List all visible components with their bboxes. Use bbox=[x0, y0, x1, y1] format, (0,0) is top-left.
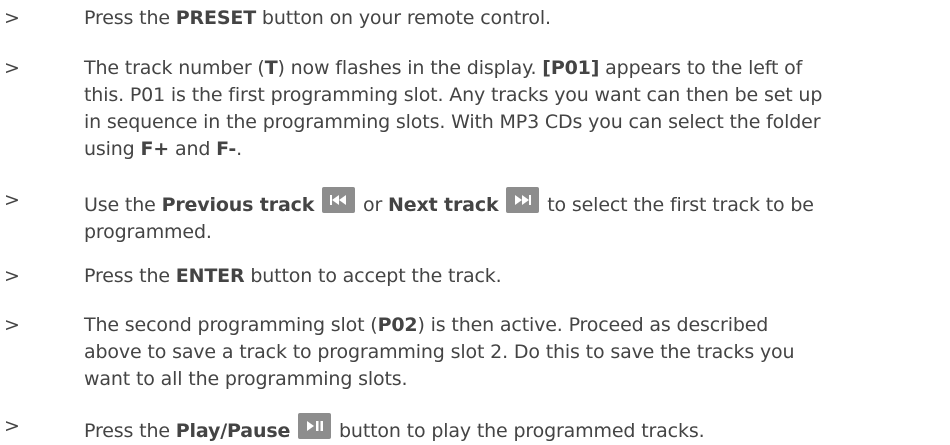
step-text: The track number (T) now flashes in the … bbox=[84, 55, 934, 163]
text-span: button to accept the track. bbox=[244, 265, 502, 287]
play-pause-icon bbox=[298, 413, 332, 439]
button-name: Next track bbox=[388, 194, 499, 216]
button-name: PRESET bbox=[175, 7, 257, 29]
text-span: to select the first track to be bbox=[541, 194, 814, 216]
button-name: F+ bbox=[140, 138, 170, 160]
list-item: > Press the ENTER button to accept the t… bbox=[0, 263, 950, 290]
text-line: The second programming slot (P02) is the… bbox=[84, 312, 934, 339]
bullet-marker: > bbox=[4, 265, 20, 287]
text-line: programmed. bbox=[84, 221, 212, 243]
text-line: using F+ and F-. bbox=[84, 136, 934, 163]
text-line: above to save a track to programming slo… bbox=[84, 341, 795, 363]
text-span: using bbox=[84, 138, 141, 160]
text-line: in sequence in the programming slots. Wi… bbox=[84, 111, 821, 133]
list-item: > Press the Play/Pause button to play th… bbox=[0, 413, 950, 442]
text-span: and bbox=[169, 138, 217, 160]
button-name: Previous track bbox=[161, 194, 315, 216]
text-span: ) now flashes in the display. bbox=[277, 57, 543, 79]
button-name: F- bbox=[216, 138, 237, 160]
list-item: > Use the Previous track or Next track t… bbox=[0, 187, 950, 243]
text-line: The track number (T) now flashes in the … bbox=[84, 55, 934, 82]
display-symbol: T bbox=[264, 57, 278, 79]
bullet-marker: > bbox=[4, 7, 20, 29]
step-text: Press the ENTER button to accept the tra… bbox=[84, 263, 934, 290]
list-item: > Press the PRESET button on your remote… bbox=[0, 5, 950, 32]
text-span: Use the bbox=[84, 194, 162, 216]
button-name: Play/Pause bbox=[175, 420, 291, 442]
text-line: Use the Previous track or Next track to … bbox=[84, 187, 934, 219]
text-span: The second programming slot ( bbox=[84, 314, 378, 336]
list-item: > The track number (T) now flashes in th… bbox=[0, 55, 950, 163]
step-text: The second programming slot (P02) is the… bbox=[84, 312, 934, 393]
step-text: Press the PRESET button on your remote c… bbox=[84, 5, 934, 32]
text-span: or bbox=[357, 194, 389, 216]
bullet-marker: > bbox=[4, 189, 20, 211]
text-span: Press the bbox=[84, 265, 176, 287]
display-symbol: [P01] bbox=[542, 57, 600, 79]
text-span: The track number ( bbox=[84, 57, 265, 79]
list-item: > The second programming slot (P02) is t… bbox=[0, 312, 950, 393]
text-span: appears to the left of bbox=[599, 57, 803, 79]
text-span: . bbox=[236, 138, 243, 160]
bullet-marker: > bbox=[4, 314, 20, 336]
text-span: Press the bbox=[84, 420, 176, 442]
previous-track-icon bbox=[322, 187, 356, 213]
text-line: this. P01 is the first programming slot.… bbox=[84, 84, 823, 106]
bullet-marker: > bbox=[4, 415, 20, 437]
text-span: ) is then active. Proceed as described bbox=[417, 314, 769, 336]
text-span: button to play the programmed tracks. bbox=[333, 420, 705, 442]
text-span: Press the bbox=[84, 7, 176, 29]
next-track-icon bbox=[506, 187, 540, 213]
text-line: want to all the programming slots. bbox=[84, 368, 408, 390]
button-name: ENTER bbox=[175, 265, 245, 287]
display-symbol: P02 bbox=[377, 314, 418, 336]
text-span: button on your remote control. bbox=[256, 7, 551, 29]
step-text: Use the Previous track or Next track to … bbox=[84, 187, 934, 246]
step-text: Press the Play/Pause button to play the … bbox=[84, 413, 934, 445]
bullet-marker: > bbox=[4, 57, 20, 79]
